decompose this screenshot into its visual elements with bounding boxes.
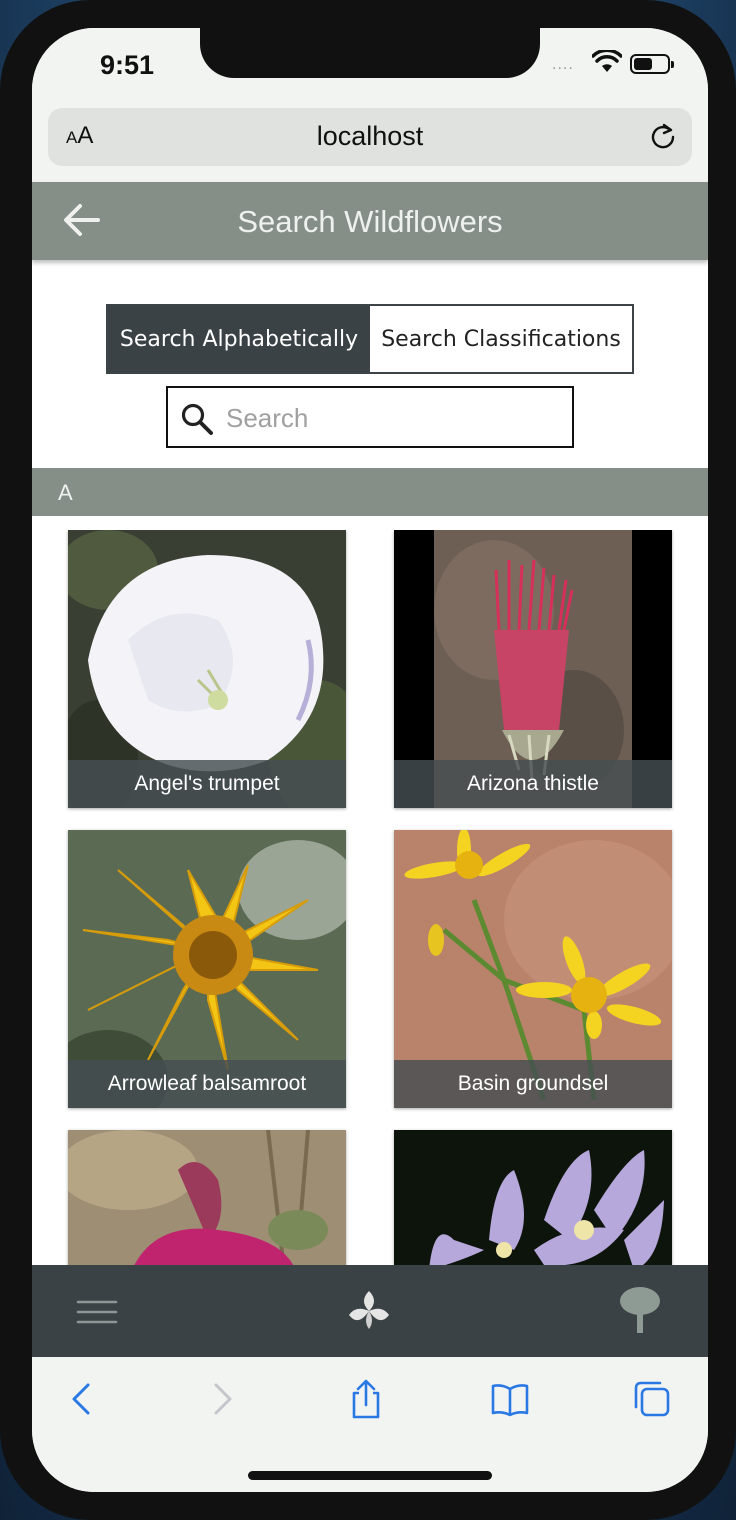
flower-card[interactable]: Angel's trumpet <box>68 530 346 808</box>
app-header: Search Wildflowers <box>32 182 708 260</box>
flower-card[interactable]: Arizona thistle <box>394 530 672 808</box>
search-classifications-button[interactable]: Search Classifications <box>370 306 632 372</box>
search-input[interactable] <box>226 396 556 440</box>
flower-icon[interactable] <box>346 1287 392 1333</box>
flower-grid: Angel's trumpet Arizona thistle Arrowlea… <box>32 530 708 1270</box>
flower-name: Arizona thistle <box>394 760 672 808</box>
flower-card[interactable] <box>394 1130 672 1270</box>
reload-icon[interactable] <box>648 122 678 152</box>
flower-card[interactable] <box>68 1130 346 1270</box>
flower-name: Basin groundsel <box>394 1060 672 1108</box>
screen: 9:51 .... AA localhost Search Wildflower… <box>32 28 708 1492</box>
back-icon[interactable] <box>62 1379 102 1419</box>
wifi-icon <box>592 50 622 72</box>
section-header: A <box>32 468 708 516</box>
flower-name: Arrowleaf balsamroot <box>68 1060 346 1108</box>
bookmarks-icon[interactable] <box>490 1379 530 1419</box>
tabs-icon[interactable] <box>632 1379 672 1419</box>
flower-card[interactable]: Basin groundsel <box>394 830 672 1108</box>
home-indicator[interactable] <box>248 1471 492 1480</box>
flower-name: Angel's trumpet <box>68 760 346 808</box>
signal-indicator: .... <box>552 56 574 73</box>
flower-photo <box>394 1130 672 1270</box>
flower-photo <box>68 1130 346 1270</box>
menu-icon[interactable] <box>76 1299 118 1325</box>
bottom-tab-bar <box>32 1265 708 1357</box>
page-title: Search Wildflowers <box>237 204 503 239</box>
section-letter: A <box>58 480 73 505</box>
phone-frame: 9:51 .... AA localhost Search Wildflower… <box>0 0 736 1520</box>
flower-card[interactable]: Arrowleaf balsamroot <box>68 830 346 1108</box>
search-icon <box>181 403 213 435</box>
search-box[interactable] <box>166 386 574 448</box>
url-bar[interactable]: AA localhost <box>48 108 692 166</box>
notch <box>200 28 540 78</box>
forward-icon[interactable] <box>202 1379 242 1419</box>
tree-icon[interactable] <box>618 1285 662 1335</box>
search-mode-toggle: Search Alphabetically Search Classificat… <box>106 304 634 374</box>
browser-toolbar <box>32 1357 708 1492</box>
share-icon[interactable] <box>346 1379 386 1419</box>
browser-address-area: AA localhost <box>32 106 708 182</box>
status-time: 9:51 <box>100 50 155 80</box>
battery-icon <box>630 54 674 74</box>
url-text[interactable]: localhost <box>48 121 692 152</box>
search-alphabetically-button[interactable]: Search Alphabetically <box>108 306 370 372</box>
